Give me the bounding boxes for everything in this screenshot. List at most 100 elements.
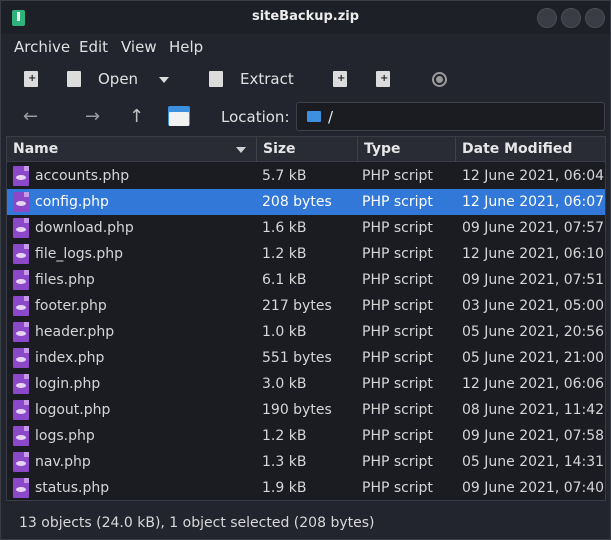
php-file-icon: [13, 218, 29, 238]
menu-view[interactable]: View: [121, 38, 157, 56]
file-date: 05 June 2021, 14:31: [462, 454, 605, 470]
table-row[interactable]: login.php 3.0 kB PHP script 12 June 2021, 0…: [7, 371, 605, 397]
home-folder-icon[interactable]: [168, 106, 190, 126]
file-name: logout.php: [35, 402, 111, 418]
file-size: 5.7 kB: [262, 168, 307, 184]
file-size: 1.2 kB: [262, 246, 307, 262]
table-row[interactable]: accounts.php 5.7 kB PHP script 12 June 2021…: [7, 163, 605, 189]
file-date: 08 June 2021, 11:42: [462, 402, 605, 418]
location-path: /: [328, 108, 334, 126]
file-date: 09 June 2021, 07:58: [462, 428, 605, 444]
table-row[interactable]: nav.php 1.3 kB PHP script 05 June 2021, 14:…: [7, 449, 605, 475]
php-file-icon: [13, 244, 29, 264]
php-file-icon: [13, 270, 29, 290]
php-file-icon: [13, 348, 29, 368]
table-row[interactable]: download.php 1.6 kB PHP script 09 June 2021…: [7, 215, 605, 241]
column-header-date[interactable]: Date Modified: [456, 137, 605, 162]
column-header-type[interactable]: Type: [358, 137, 456, 162]
file-name: status.php: [35, 480, 110, 496]
file-date: 09 June 2021, 07:57: [462, 220, 605, 236]
file-date: 09 June 2021, 07:40: [462, 480, 605, 496]
php-file-icon: [13, 374, 29, 394]
status-text: 13 objects (24.0 kB), 1 object selected …: [19, 515, 375, 531]
php-file-icon: [13, 166, 29, 186]
close-button[interactable]: [585, 8, 605, 28]
extract-icon[interactable]: [209, 71, 223, 87]
file-date: 05 June 2021, 21:00: [462, 350, 605, 366]
file-size: 190 bytes: [262, 402, 332, 418]
php-file-icon: [13, 452, 29, 472]
menu-edit[interactable]: Edit: [79, 38, 108, 56]
column-header-size[interactable]: Size: [257, 137, 358, 162]
sort-descending-icon: [236, 147, 246, 153]
table-row[interactable]: header.php 1.0 kB PHP script 05 June 2021, …: [7, 319, 605, 345]
table-row[interactable]: status.php 1.9 kB PHP script 09 June 2021, …: [7, 475, 605, 500]
location-label: Location:: [221, 108, 290, 126]
file-type: PHP script: [362, 376, 433, 392]
add-folder-icon[interactable]: +: [376, 71, 390, 87]
maximize-button[interactable]: [561, 8, 581, 28]
chevron-down-icon[interactable]: [159, 77, 169, 83]
up-arrow-icon[interactable]: ↑: [129, 106, 144, 127]
php-file-icon: [13, 192, 29, 212]
new-archive-icon[interactable]: +: [24, 71, 38, 87]
table-row[interactable]: files.php 6.1 kB PHP script 09 June 2021, 0…: [7, 267, 605, 293]
file-type: PHP script: [362, 480, 433, 496]
table-row[interactable]: footer.php 217 bytes PHP script 03 June 202…: [7, 293, 605, 319]
file-name: config.php: [35, 194, 109, 210]
php-file-icon: [13, 400, 29, 420]
table-row[interactable]: logs.php 1.2 kB PHP script 09 June 2021, 07…: [7, 423, 605, 449]
file-list[interactable]: Name Size Type Date Modified accounts.ph…: [6, 136, 606, 501]
table-row[interactable]: logout.php 190 bytes PHP script 08 June 202…: [7, 397, 605, 423]
table-row[interactable]: config.php 208 bytes PHP script 12 June 202…: [7, 189, 605, 215]
file-type: PHP script: [362, 168, 433, 184]
file-list-header: Name Size Type Date Modified: [7, 137, 605, 162]
title-bar[interactable]: siteBackup.zip: [1, 1, 610, 34]
menu-bar: Archive Edit View Help: [1, 34, 610, 60]
file-name: accounts.php: [35, 168, 130, 184]
php-file-icon: [13, 322, 29, 342]
table-row[interactable]: index.php 551 bytes PHP script 05 June 2021…: [7, 345, 605, 371]
file-type: PHP script: [362, 402, 433, 418]
file-type: PHP script: [362, 324, 433, 340]
file-date: 05 June 2021, 20:56: [462, 324, 605, 340]
file-date: 12 June 2021, 06:04: [462, 168, 605, 184]
location-field[interactable]: /: [296, 102, 605, 131]
forward-arrow-icon[interactable]: →: [85, 106, 100, 127]
file-date: 12 June 2021, 06:07: [462, 194, 605, 210]
back-arrow-icon[interactable]: ←: [23, 106, 38, 127]
file-name: nav.php: [35, 454, 91, 470]
open-button[interactable]: Open: [98, 70, 138, 88]
file-size: 208 bytes: [262, 194, 332, 210]
file-name: footer.php: [35, 298, 107, 314]
open-archive-icon[interactable]: [67, 71, 81, 87]
php-file-icon: [13, 296, 29, 316]
file-name: logs.php: [35, 428, 95, 444]
table-row[interactable]: file_logs.php 1.2 kB PHP script 12 June 202…: [7, 241, 605, 267]
file-type: PHP script: [362, 298, 433, 314]
file-type: PHP script: [362, 194, 433, 210]
file-name: file_logs.php: [35, 246, 124, 262]
extract-button[interactable]: Extract: [240, 70, 294, 88]
menu-help[interactable]: Help: [169, 38, 203, 56]
file-name: files.php: [35, 272, 95, 288]
add-files-icon[interactable]: +: [333, 71, 347, 87]
minimize-button[interactable]: [537, 8, 557, 28]
menu-archive[interactable]: Archive: [14, 38, 70, 56]
file-size: 1.3 kB: [262, 454, 307, 470]
toolbar: + Open Extract + +: [1, 61, 610, 99]
stop-icon[interactable]: [432, 72, 447, 87]
file-size: 1.2 kB: [262, 428, 307, 444]
archive-manager-window: siteBackup.zip Archive Edit View Help + …: [0, 0, 611, 540]
column-header-name[interactable]: Name: [7, 137, 257, 162]
file-size: 1.9 kB: [262, 480, 307, 496]
php-file-icon: [13, 426, 29, 446]
column-header-name-label: Name: [13, 141, 59, 157]
file-size: 217 bytes: [262, 298, 332, 314]
window-title: siteBackup.zip: [251, 9, 360, 24]
php-file-icon: [13, 478, 29, 498]
file-name: login.php: [35, 376, 101, 392]
file-type: PHP script: [362, 272, 433, 288]
file-name: download.php: [35, 220, 134, 236]
file-type: PHP script: [362, 220, 433, 236]
